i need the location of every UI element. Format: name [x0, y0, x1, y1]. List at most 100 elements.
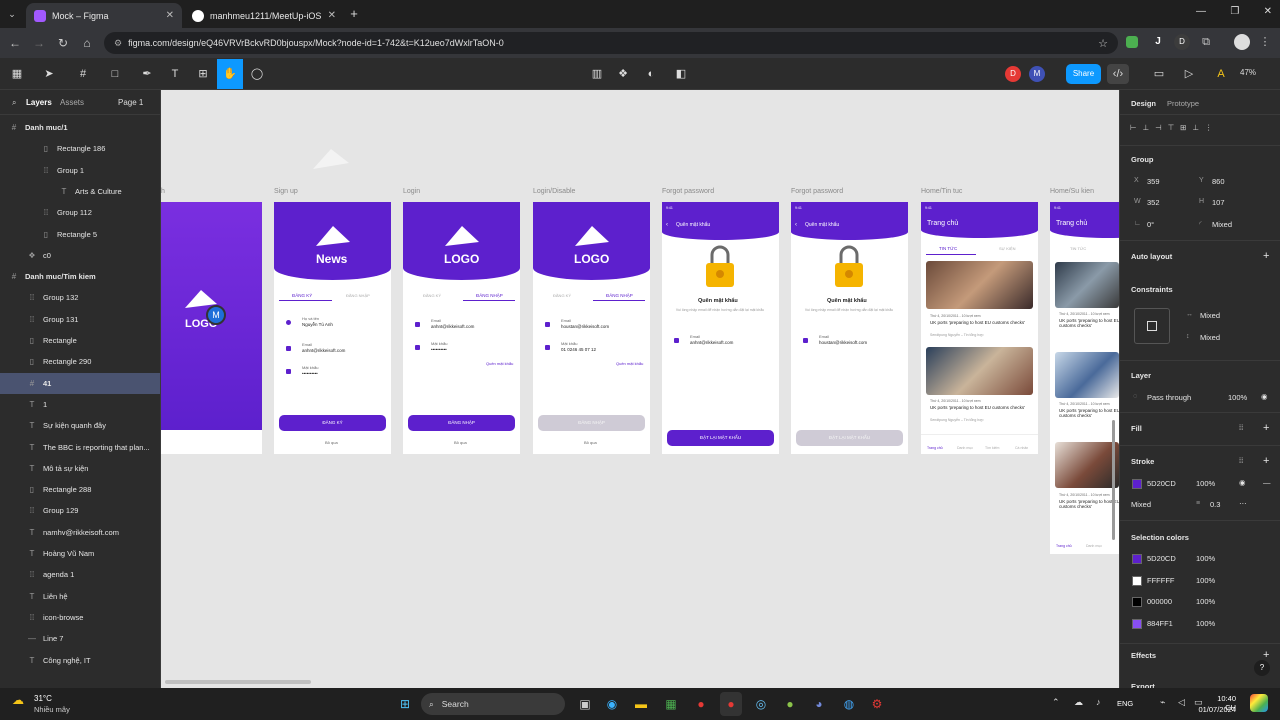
main-menu-icon[interactable]: ▦ — [6, 64, 28, 84]
close-icon[interactable]: ✕ — [328, 10, 336, 21]
move-tool-icon[interactable]: ➤ — [38, 64, 60, 84]
steam-icon[interactable]: ◎ — [750, 692, 772, 716]
resources-icon[interactable]: ⊞ — [192, 64, 214, 84]
stroke-width-input[interactable]: 0.3 — [1210, 500, 1220, 509]
chrome-profile-icon[interactable]: ● — [779, 692, 801, 716]
layer-row[interactable]: T Hoàng Vũ Nam — [0, 543, 160, 564]
layer-row[interactable]: ⁞⁞ Group 131 — [0, 309, 160, 330]
page-selector[interactable]: Page 1 — [118, 98, 143, 107]
color-opacity[interactable]: 100% — [1196, 576, 1215, 585]
color-swatch[interactable] — [1132, 618, 1142, 629]
close-window-icon[interactable]: ✕ — [1264, 6, 1272, 22]
stroke-swatch[interactable] — [1132, 479, 1142, 489]
task-view-icon[interactable]: ▣ — [574, 692, 596, 716]
design-canvas[interactable]: h Sign up Login Login/Disable Forgot pas… — [161, 90, 1119, 688]
stroke-position-select[interactable]: Mixed — [1131, 500, 1151, 509]
extension-icon[interactable] — [1126, 36, 1138, 48]
layer-row[interactable]: T The BBC is reporting that plan... — [0, 437, 160, 458]
vertical-scrollbar[interactable] — [1112, 420, 1115, 540]
tab-github[interactable]: manhmeu1211/MeetUp-iOS ✕ — [184, 3, 344, 28]
prototype-tab[interactable]: Prototype — [1167, 99, 1199, 108]
layer-row[interactable]: # Danh muc/1 — [0, 117, 160, 138]
discord-icon[interactable]: ◕ — [808, 692, 830, 716]
layer-row[interactable]: T Sự kiện quanh đây — [0, 415, 160, 436]
close-icon[interactable]: ✕ — [166, 10, 174, 21]
shape-tool-icon[interactable]: □ — [104, 64, 126, 84]
layer-row[interactable]: ▯ Rectangle — [0, 330, 160, 351]
network-icon[interactable]: ⌁ — [1160, 697, 1165, 708]
signup-frame[interactable]: News ĐĂNG KÝ ĐĂNG NHẬP Họ và tên Nguyễn … — [274, 202, 391, 454]
layer-row[interactable]: ⁞⁞ Group 132 — [0, 287, 160, 308]
add-stroke-icon[interactable]: + — [1263, 455, 1269, 467]
chrome-icon[interactable]: ● — [690, 692, 712, 716]
color-opacity[interactable]: 100% — [1196, 619, 1215, 628]
color-swatch[interactable] — [1132, 554, 1142, 564]
edge-icon[interactable]: ◉ — [601, 692, 623, 716]
layer-row[interactable]: ❖ c0 — [0, 245, 160, 266]
layer-row[interactable]: ⁞⁞ icon-browse — [0, 607, 160, 628]
extension-d-icon[interactable]: D — [1174, 34, 1190, 50]
home-icon[interactable]: ⌂ — [78, 34, 96, 52]
back-icon[interactable]: ← — [6, 34, 24, 52]
tab-figma[interactable]: Mock – Figma ✕ — [26, 3, 182, 28]
horizontal-scrollbar[interactable] — [165, 680, 311, 684]
forgot-password-frame[interactable]: 9:41 ‹ Quên mật khẩu Quên mật khẩu Vui l… — [662, 202, 779, 454]
url-input[interactable]: ⚙ figma.com/design/eQ46VRVrBckvRD0bjousp… — [104, 32, 1118, 54]
h-input[interactable]: 107 — [1212, 198, 1225, 207]
layer-row[interactable]: ⁞⁞ Group 129 — [0, 500, 160, 521]
mic-icon[interactable]: ♪ — [1096, 697, 1101, 707]
text-tool-icon[interactable]: T — [164, 64, 186, 84]
group-label[interactable]: Group — [1131, 155, 1154, 164]
constraint-horizontal[interactable]: Mixed — [1200, 311, 1220, 320]
remove-stroke-icon[interactable]: — — [1263, 478, 1271, 487]
layer-row[interactable]: ▯ Rectangle 186 — [0, 138, 160, 159]
component-tool-icon[interactable]: ▥ — [586, 64, 608, 84]
create-component-icon[interactable]: ❖ — [612, 64, 634, 84]
frame-label[interactable]: Forgot password — [791, 188, 843, 195]
messenger-icon[interactable]: ◍ — [838, 692, 860, 716]
extension-j-icon[interactable]: J — [1150, 34, 1166, 50]
layer-row[interactable]: T Công nghệ, IT — [0, 650, 160, 671]
home-news-frame[interactable]: 9:41 Trang chủ TIN TỨC SỰ KIỆN Thứ 4, 20… — [921, 202, 1038, 454]
maximize-icon[interactable]: ❐ — [1230, 6, 1239, 22]
taskbar-search[interactable]: ⌕ Search — [421, 693, 565, 715]
frame-tool-icon[interactable]: # — [72, 64, 94, 84]
layer-row[interactable]: # Danh muc/Tim kiem — [0, 266, 160, 287]
language-indicator[interactable]: ENG — [1117, 699, 1133, 708]
layer-row[interactable]: Tnamhv@rikkeisoft.com — [0, 522, 160, 543]
clock-date[interactable]: 01/07/2024 — [1196, 705, 1236, 714]
forgot-password-disabled-frame[interactable]: 9:41 ‹ Quên mật khẩu Quên mật khẩu Vui l… — [791, 202, 908, 454]
visibility-eye-icon[interactable]: ◉ — [1261, 392, 1268, 401]
ai-icon[interactable]: A — [1210, 64, 1232, 84]
search-icon[interactable]: ⌕ — [12, 98, 16, 108]
login-disable-frame[interactable]: LOGO ĐĂNG KÝ ĐĂNG NHẬP Email houstan@rik… — [533, 202, 650, 454]
color-hex[interactable]: FFFFFF — [1147, 576, 1175, 585]
stroke-opacity-input[interactable]: 100% — [1196, 479, 1215, 488]
reload-icon[interactable]: ↻ — [54, 34, 72, 52]
library-icon[interactable]: ▭ — [1148, 64, 1170, 84]
rotation-input[interactable]: 0° — [1147, 220, 1154, 229]
layer-row[interactable]: ⁞⁞ Group 112 — [0, 202, 160, 223]
layer-row[interactable]: ▯ Rectangle 5 — [0, 224, 160, 245]
layer-row[interactable]: T Liên hệ — [0, 586, 160, 607]
frame-label[interactable]: Forgot password — [662, 188, 714, 195]
design-tab[interactable]: Design — [1131, 99, 1156, 108]
y-input[interactable]: 860 — [1212, 177, 1225, 186]
x-input[interactable]: 359 — [1147, 177, 1160, 186]
help-icon[interactable]: ? — [1254, 660, 1270, 676]
color-opacity[interactable]: 100% — [1196, 554, 1215, 563]
color-hex[interactable]: 884FF1 — [1147, 619, 1173, 628]
minimize-icon[interactable]: — — [1196, 6, 1206, 22]
app-icon[interactable]: ⚙ — [866, 692, 888, 716]
home-events-frame[interactable]: 9:41 Trang chủ TIN TỨC Thứ 4, 20/10/2011… — [1050, 202, 1119, 554]
align-icons[interactable]: ⊢⊥⊣⊤⊞⊥⋮ — [1130, 123, 1218, 132]
color-hex[interactable]: 000000 — [1147, 597, 1172, 606]
stroke-styles-icon[interactable]: ⁞⁞ — [1239, 456, 1243, 465]
layer-row[interactable]: T1 — [0, 394, 160, 415]
new-tab-button[interactable]: + — [346, 6, 362, 22]
radius-input[interactable]: Mixed — [1212, 220, 1232, 229]
dev-mode-icon[interactable]: ‹/› — [1107, 64, 1129, 84]
pen-tool-icon[interactable]: ✒ — [136, 64, 158, 84]
layer-row[interactable]: ⁞⁞ agenda 1 — [0, 564, 160, 585]
copilot-icon[interactable] — [1250, 694, 1268, 712]
